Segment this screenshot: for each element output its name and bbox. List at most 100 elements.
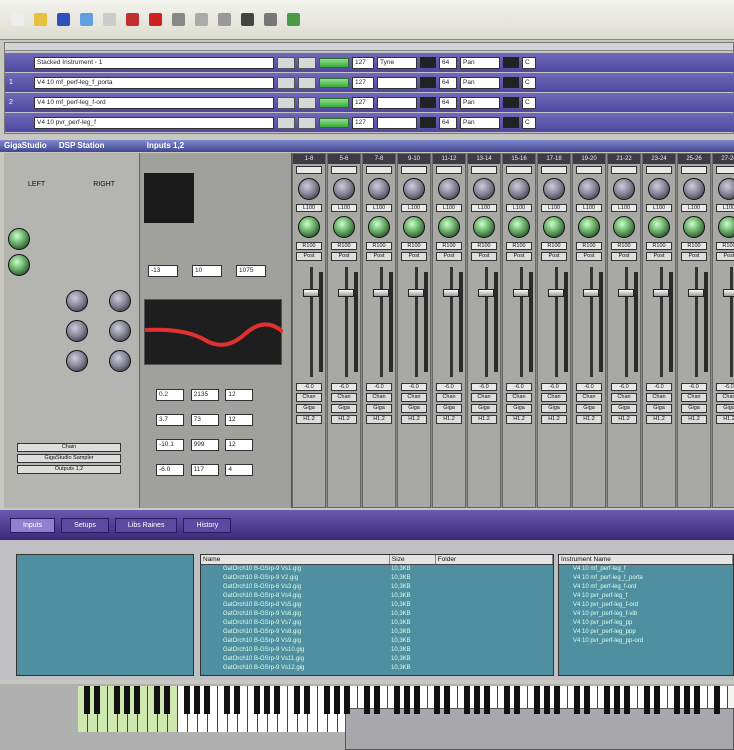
fader-cap[interactable]	[303, 289, 319, 297]
eq-value[interactable]: 999	[190, 439, 219, 451]
fader-cap[interactable]	[338, 289, 354, 297]
instrument-name-field[interactable]: V4 10 mf_perf-leg_f-ord	[34, 96, 274, 109]
keyboard-icon[interactable]	[238, 11, 256, 29]
volume-fader[interactable]	[647, 267, 673, 377]
tab-history[interactable]: History	[183, 517, 232, 533]
file-row[interactable]: GatOrch10 B-GSrp-9 Vs7.gig 10,3KB	[201, 619, 553, 628]
instrument-name-field[interactable]: V4 10 pvr_perf-leg_f	[34, 116, 274, 129]
strip-mode[interactable]	[436, 166, 462, 174]
instrument-item[interactable]: V4 10 pvr_perf-leg_ppp	[559, 628, 733, 637]
white-key[interactable]	[218, 686, 230, 732]
black-key[interactable]	[134, 686, 140, 714]
post-select[interactable]: Post	[611, 252, 637, 261]
black-key[interactable]	[154, 686, 160, 714]
chain-button[interactable]: Chan	[611, 393, 637, 402]
white-key[interactable]	[148, 686, 160, 732]
disk-icon[interactable]	[215, 11, 233, 29]
output-select[interactable]: H1.2	[471, 415, 497, 424]
black-key[interactable]	[304, 686, 310, 714]
pan-knob-left[interactable]	[8, 228, 30, 250]
file-list[interactable]: Name Size Folder GatOrch10 B-GSrp-9 Vs1.…	[200, 554, 554, 676]
black-key[interactable]	[604, 686, 610, 714]
output-select[interactable]: H1.2	[436, 415, 462, 424]
pan-field[interactable]: Pan	[460, 116, 500, 129]
gain-value[interactable]: -6.0	[681, 383, 707, 391]
black-key[interactable]	[224, 686, 230, 714]
giga-select[interactable]: Giga	[576, 404, 602, 413]
pan-knob-right[interactable]	[648, 216, 670, 238]
folder-tree[interactable]	[16, 554, 194, 676]
black-key[interactable]	[274, 686, 280, 714]
left-level[interactable]: L100	[366, 204, 392, 212]
eq-value[interactable]: 12	[225, 439, 254, 451]
record-icon[interactable]	[146, 11, 164, 29]
right-level[interactable]: R100	[716, 242, 734, 250]
import-icon[interactable]	[77, 11, 95, 29]
instrument-name-column[interactable]: Instrument Name	[559, 555, 733, 564]
master-val-1[interactable]: -13	[148, 265, 178, 277]
strip-mode[interactable]	[331, 166, 357, 174]
volume-field[interactable]: 127	[352, 96, 374, 109]
gain-value[interactable]: -6.0	[646, 383, 672, 391]
post-select[interactable]: Post	[296, 252, 322, 261]
right-level[interactable]: R100	[576, 242, 602, 250]
file-row[interactable]: GatOrch10 B-GSrp-9 Vs6.gig 10,3KB	[201, 610, 553, 619]
strip-mode[interactable]	[296, 166, 322, 174]
folder-column[interactable]: Folder	[436, 555, 553, 564]
file-row[interactable]: GatOrch10 B-GSrp-9 Vs10.gig 10,3KB	[201, 646, 553, 655]
outputs-select[interactable]: Outputs 1,2	[17, 465, 121, 474]
instrument-row[interactable]: Stacked Instrument - 1 127 Tyne 64 Pan C	[5, 53, 734, 72]
pan-field[interactable]: Pan	[460, 56, 500, 69]
right-level[interactable]: R100	[471, 242, 497, 250]
pan-knob[interactable]	[683, 178, 705, 200]
gain-value[interactable]: -6.0	[506, 383, 532, 391]
tab-setups[interactable]: Setups	[61, 517, 109, 533]
fader-cap[interactable]	[478, 289, 494, 297]
pan-field[interactable]: Pan	[460, 96, 500, 109]
black-key[interactable]	[374, 686, 380, 714]
gain-value[interactable]: -6.0	[716, 383, 734, 391]
black-key[interactable]	[694, 686, 700, 714]
gain-value[interactable]: -6.0	[296, 383, 322, 391]
left-level[interactable]: L100	[611, 204, 637, 212]
volume-bar[interactable]	[319, 117, 349, 128]
fader-cap[interactable]	[513, 289, 529, 297]
eq-value[interactable]: 4	[225, 464, 254, 476]
pan-knob[interactable]	[543, 178, 565, 200]
right-level[interactable]: R100	[681, 242, 707, 250]
output-select[interactable]: H1.2	[576, 415, 602, 424]
pan-knob-right[interactable]	[718, 216, 734, 238]
pan-knob-right[interactable]	[438, 216, 460, 238]
panic-icon[interactable]	[169, 11, 187, 29]
post-select[interactable]: Post	[506, 252, 532, 261]
post-select[interactable]: Post	[576, 252, 602, 261]
post-select[interactable]: Post	[471, 252, 497, 261]
left-level[interactable]: L100	[681, 204, 707, 212]
fader-cap[interactable]	[548, 289, 564, 297]
black-key[interactable]	[674, 686, 680, 714]
channel-field[interactable]: C	[522, 76, 536, 89]
output-select[interactable]: H1.2	[646, 415, 672, 424]
chain-button[interactable]: Chan	[506, 393, 532, 402]
toggle-button[interactable]	[298, 116, 316, 129]
strip-mode[interactable]	[401, 166, 427, 174]
post-select[interactable]: Post	[646, 252, 672, 261]
toggle-button[interactable]	[298, 56, 316, 69]
eq-value[interactable]: 2135	[190, 389, 219, 401]
stop-icon[interactable]	[123, 11, 141, 29]
pan-knob[interactable]	[613, 178, 635, 200]
type-field[interactable]: Tyne	[377, 56, 417, 69]
volume-fader[interactable]	[402, 267, 428, 377]
eq-value[interactable]: -10.1	[156, 439, 184, 451]
fader-cap[interactable]	[618, 289, 634, 297]
black-key[interactable]	[404, 686, 410, 714]
instrument-name-field[interactable]: Stacked Instrument - 1	[34, 56, 274, 69]
pan-knob[interactable]	[333, 178, 355, 200]
black-key[interactable]	[504, 686, 510, 714]
white-key[interactable]	[178, 686, 190, 732]
black-key[interactable]	[474, 686, 480, 714]
white-key[interactable]	[248, 686, 260, 732]
giga-select[interactable]: Giga	[646, 404, 672, 413]
file-row[interactable]: GatOrch10 B-GSrp-9 Vs11.gig 10,3KB	[201, 655, 553, 664]
black-key[interactable]	[534, 686, 540, 714]
